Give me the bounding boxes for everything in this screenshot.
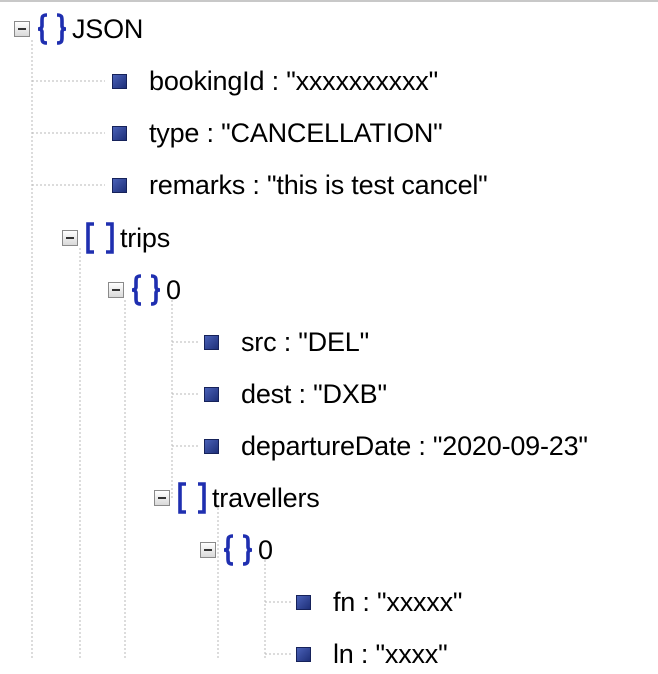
- collapse-toggle-icon[interactable]: [14, 21, 30, 37]
- node-label-trip-0: 0: [166, 275, 181, 305]
- square-bullet-icon: [296, 646, 311, 662]
- json-tree-view: JSON bookingId : "xxxxxxxxxx" type : "CA…: [0, 0, 658, 669]
- tree-node-travellers[interactable]: travellers: [154, 478, 320, 518]
- tree-leaf-src[interactable]: src : "DEL": [204, 322, 369, 362]
- collapse-toggle-icon[interactable]: [62, 230, 78, 246]
- leaf-text: ln : "xxxx": [333, 639, 448, 669]
- leaf-text: type : "CANCELLATION": [149, 118, 443, 148]
- square-bullet-icon: [204, 334, 219, 350]
- collapse-toggle-icon[interactable]: [108, 282, 124, 298]
- curly-braces-icon: [37, 13, 67, 45]
- node-label-traveller-0: 0: [258, 535, 273, 565]
- square-bullet-icon: [112, 177, 127, 193]
- leaf-text: src : "DEL": [241, 327, 369, 357]
- tree-node-root[interactable]: JSON: [14, 9, 143, 49]
- tree-leaf-bookingid[interactable]: bookingId : "xxxxxxxxxx": [112, 61, 438, 101]
- curly-braces-icon: [223, 534, 253, 566]
- tree-leaf-type[interactable]: type : "CANCELLATION": [112, 113, 443, 153]
- leaf-text: remarks : "this is test cancel": [149, 170, 488, 200]
- collapse-toggle-icon[interactable]: [154, 490, 170, 506]
- leaf-text: fn : "xxxxx": [333, 587, 463, 617]
- square-brackets-icon: [86, 222, 114, 254]
- tree-leaf-departuredate[interactable]: departureDate : "2020-09-23": [204, 426, 588, 466]
- square-bullet-icon: [112, 125, 127, 141]
- square-bullet-icon: [112, 73, 127, 89]
- tree-leaf-dest[interactable]: dest : "DXB": [204, 374, 387, 414]
- tree-leaf-ln[interactable]: ln : "xxxx": [296, 634, 448, 674]
- node-label-root: JSON: [72, 14, 144, 44]
- curly-braces-icon: [131, 274, 161, 306]
- node-label-trips: trips: [120, 223, 171, 253]
- square-bullet-icon: [204, 386, 219, 402]
- tree-leaf-remarks[interactable]: remarks : "this is test cancel": [112, 165, 488, 205]
- leaf-text: departureDate : "2020-09-23": [241, 431, 588, 461]
- square-bullet-icon: [296, 594, 311, 610]
- tree-node-trip-0[interactable]: 0: [108, 270, 181, 310]
- square-brackets-icon: [178, 482, 206, 514]
- leaf-text: dest : "DXB": [241, 379, 387, 409]
- tree-leaf-fn[interactable]: fn : "xxxxx": [296, 582, 462, 622]
- tree-node-trips[interactable]: trips: [62, 218, 170, 258]
- leaf-text: bookingId : "xxxxxxxxxx": [149, 66, 438, 96]
- square-bullet-icon: [204, 438, 219, 454]
- tree-node-traveller-0[interactable]: 0: [200, 530, 273, 570]
- collapse-toggle-icon[interactable]: [200, 542, 216, 558]
- node-label-travellers: travellers: [212, 483, 320, 513]
